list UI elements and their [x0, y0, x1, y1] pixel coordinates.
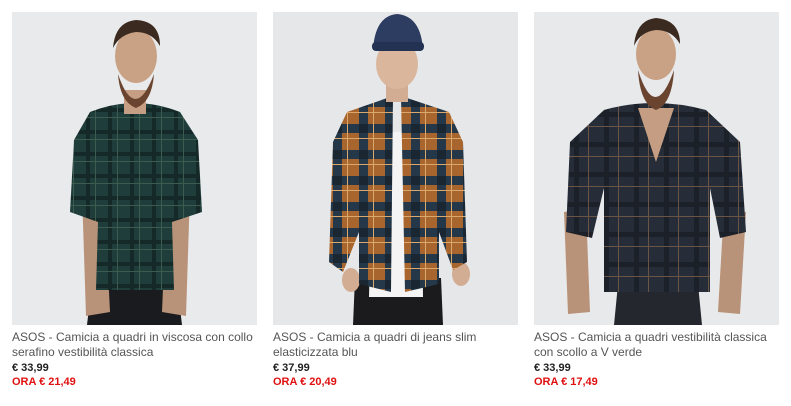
product-title[interactable]: ASOS - Camicia a quadri in viscosa con c… — [12, 330, 257, 360]
product-sale-price: ORA € 21,49 — [12, 376, 76, 388]
product-image[interactable] — [273, 12, 518, 325]
product-card[interactable]: ASOS - Camicia a quadri in viscosa con c… — [12, 12, 257, 389]
product-title[interactable]: ASOS - Camicia a quadri di jeans slim el… — [273, 330, 518, 360]
product-sale-price: ORA € 20,49 — [273, 376, 337, 388]
product-title[interactable]: ASOS - Camicia a quadri vestibilità clas… — [534, 330, 779, 360]
product-price: € 33,99 — [534, 362, 571, 374]
product-image[interactable] — [12, 12, 257, 325]
product-price: € 37,99 — [273, 362, 310, 374]
product-card[interactable]: ASOS - Camicia a quadri di jeans slim el… — [273, 12, 518, 389]
product-card[interactable]: ASOS - Camicia a quadri vestibilità clas… — [534, 12, 779, 389]
product-grid: ASOS - Camicia a quadri in viscosa con c… — [0, 0, 791, 406]
product-image[interactable] — [534, 12, 779, 325]
product-price: € 33,99 — [12, 362, 49, 374]
product-sale-price: ORA € 17,49 — [534, 376, 598, 388]
